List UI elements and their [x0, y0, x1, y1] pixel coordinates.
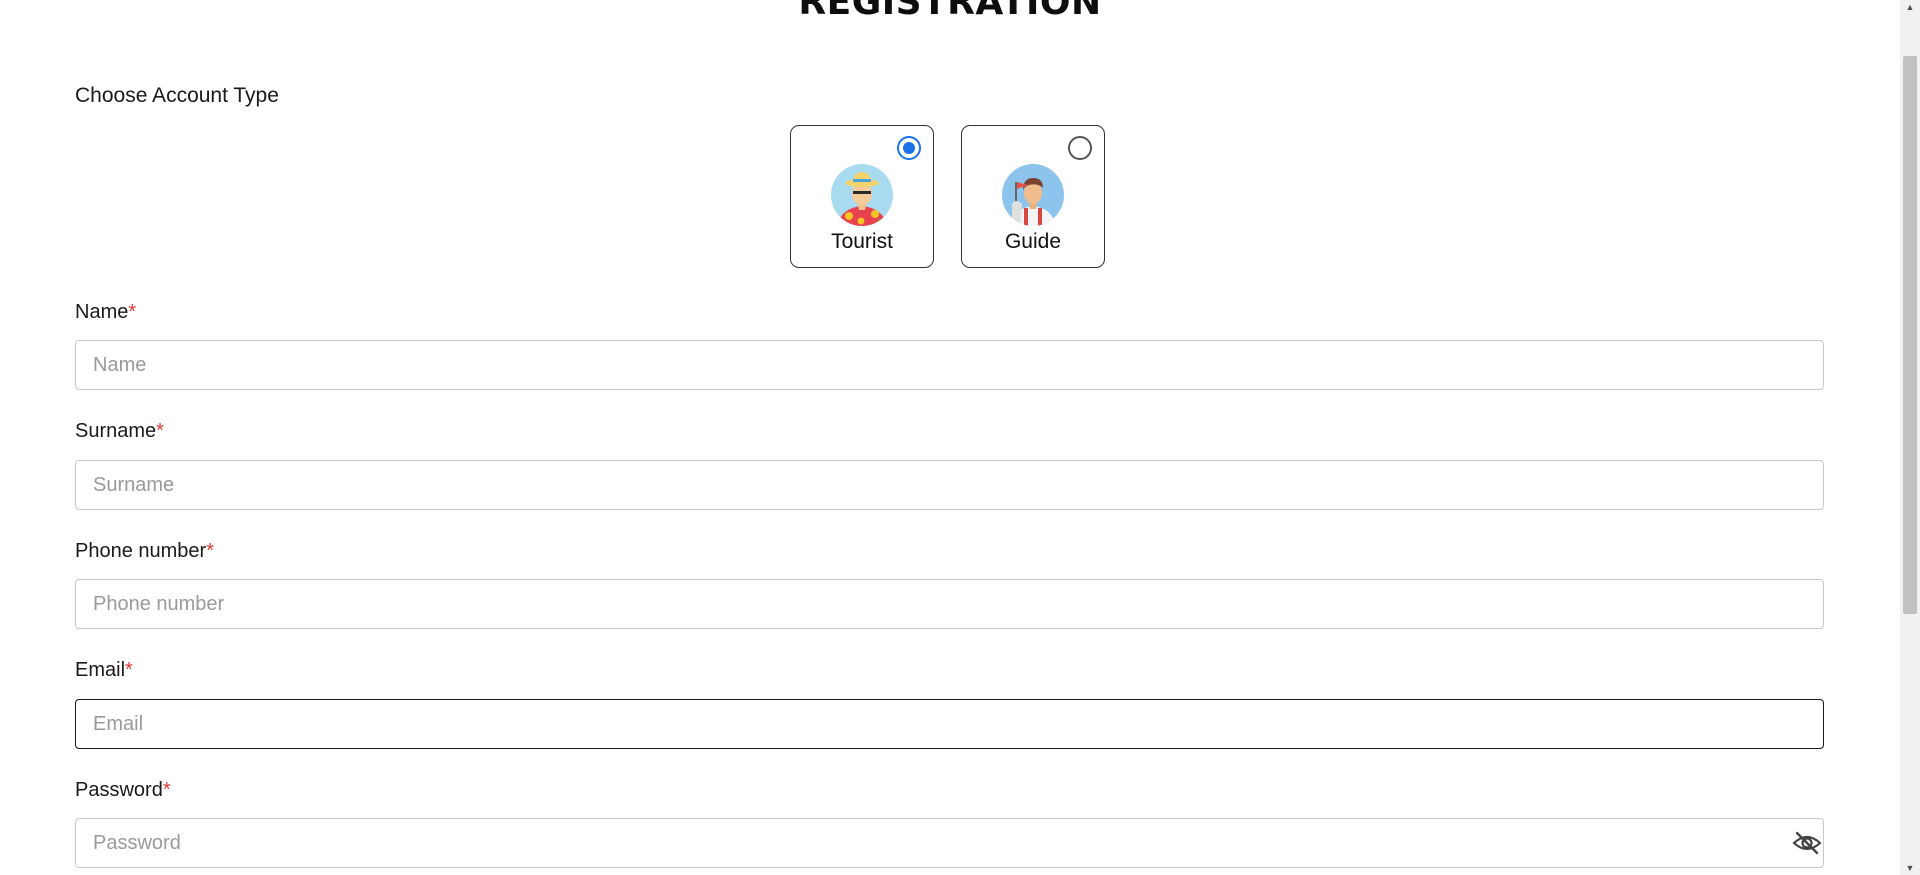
guide-radio[interactable]: [1068, 136, 1092, 160]
surname-input[interactable]: [75, 460, 1824, 510]
name-label: Name*: [75, 301, 136, 324]
name-input[interactable]: [75, 340, 1824, 390]
required-marker: *: [156, 420, 164, 442]
page-title: REGISTRATION: [798, 0, 1102, 23]
scrollbar-thumb[interactable]: [1903, 56, 1917, 614]
password-label: Password*: [75, 779, 171, 802]
email-label: Email*: [75, 659, 133, 682]
tourist-label: Tourist: [831, 230, 893, 253]
registration-page: REGISTRATION Choose Account Type Tourist…: [0, 0, 1920, 875]
name-label-text: Name: [75, 301, 129, 323]
eye-off-icon[interactable]: [1792, 830, 1822, 856]
tourist-radio[interactable]: [897, 136, 921, 160]
vertical-scrollbar[interactable]: ▲ ▼: [1900, 0, 1920, 875]
phone-input[interactable]: [75, 579, 1824, 629]
account-option-guide[interactable]: Guide: [961, 125, 1105, 268]
required-marker: *: [125, 659, 133, 681]
scroll-up-arrow[interactable]: ▲: [1900, 0, 1920, 14]
guide-avatar-icon: [1002, 164, 1064, 226]
required-marker: *: [206, 540, 214, 562]
guide-label: Guide: [1004, 230, 1062, 253]
required-marker: *: [162, 779, 171, 801]
account-type-selector: Tourist Guide: [790, 125, 1105, 268]
scroll-down-arrow[interactable]: ▼: [1900, 861, 1920, 875]
tourist-avatar-icon: [831, 164, 893, 226]
phone-label-text: Phone number: [75, 540, 207, 562]
email-input[interactable]: [75, 699, 1824, 749]
password-input[interactable]: [75, 818, 1824, 868]
account-type-label: Choose Account Type: [75, 84, 279, 107]
phone-label: Phone number*: [75, 540, 214, 563]
required-marker: *: [128, 301, 137, 323]
surname-label: Surname*: [75, 420, 164, 443]
email-label-text: Email: [75, 659, 126, 681]
account-option-tourist[interactable]: Tourist: [790, 125, 934, 268]
password-label-text: Password: [75, 779, 163, 801]
surname-label-text: Surname: [75, 420, 157, 442]
